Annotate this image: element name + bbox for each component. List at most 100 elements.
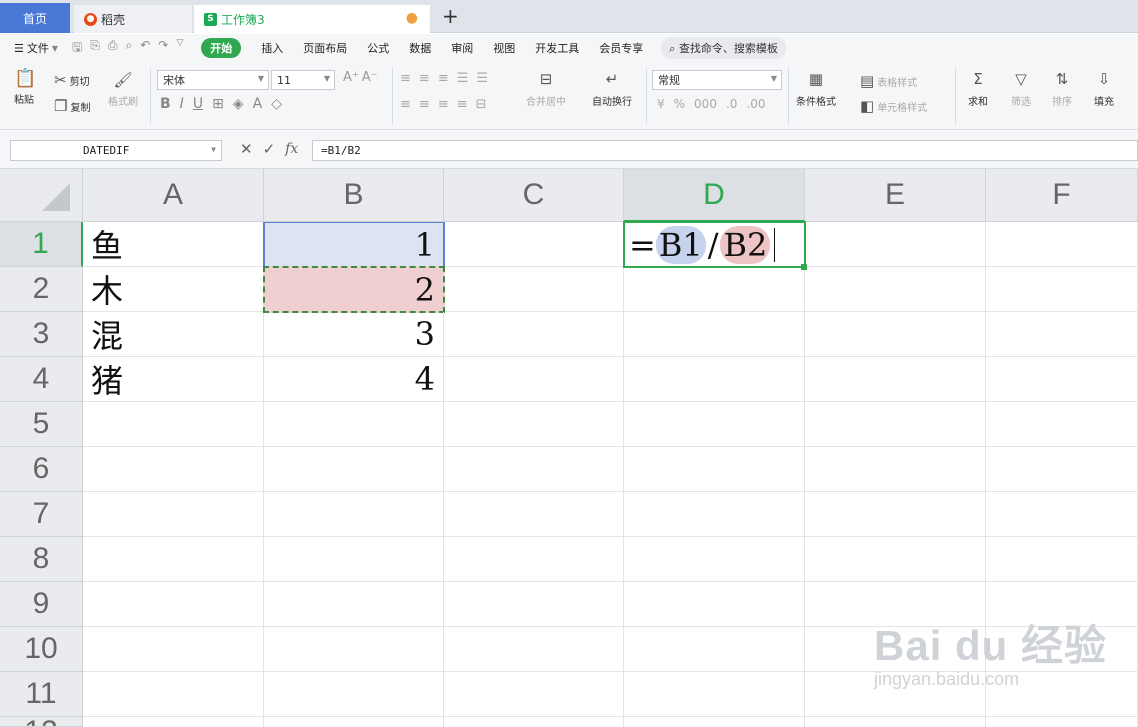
grid-cell[interactable] bbox=[83, 717, 264, 727]
grid-cell[interactable] bbox=[264, 672, 444, 717]
column-header-a[interactable]: A bbox=[83, 169, 264, 222]
grid-cell[interactable] bbox=[986, 717, 1138, 727]
decrease-decimal-icon[interactable]: .00 bbox=[746, 97, 765, 111]
cell-b1[interactable]: 1 bbox=[263, 222, 445, 267]
align-left-icon[interactable]: ≡ bbox=[400, 97, 411, 112]
grid-cell[interactable] bbox=[444, 312, 624, 357]
table-style-button[interactable]: ▤ 表格样式 bbox=[860, 72, 917, 90]
font-color-icon[interactable]: A bbox=[253, 96, 263, 112]
conditional-format-button[interactable]: ▦ 条件格式 bbox=[796, 70, 836, 108]
format-painter-button[interactable]: 🖌 格式刷 bbox=[108, 71, 138, 108]
insert-function-button[interactable]: fx bbox=[285, 141, 298, 157]
row-header-9[interactable]: 9 bbox=[0, 582, 83, 627]
row-header-8[interactable]: 8 bbox=[0, 537, 83, 582]
shrink-font-icon[interactable]: A⁻ bbox=[362, 70, 378, 85]
grid-cell[interactable] bbox=[624, 357, 805, 402]
grid-cell[interactable] bbox=[444, 582, 624, 627]
grid-cell[interactable] bbox=[986, 357, 1138, 402]
bold-icon[interactable]: B bbox=[160, 96, 171, 112]
number-format-select[interactable]: 常规 ▼ bbox=[652, 70, 782, 90]
percent-icon[interactable]: % bbox=[674, 97, 685, 111]
select-all-corner[interactable] bbox=[0, 169, 83, 222]
grid-cell[interactable] bbox=[624, 492, 805, 537]
row-header-10[interactable]: 10 bbox=[0, 627, 83, 672]
grid-cell[interactable] bbox=[986, 402, 1138, 447]
grid-cell[interactable] bbox=[83, 402, 264, 447]
grid-cell[interactable] bbox=[444, 402, 624, 447]
print-icon[interactable]: ⎙ bbox=[108, 38, 118, 59]
cell-d1-editing[interactable]: = B1 / B2 bbox=[623, 221, 806, 268]
grid-cell[interactable] bbox=[986, 222, 1138, 267]
column-header-b[interactable]: B bbox=[264, 169, 444, 222]
grid-cell[interactable] bbox=[624, 402, 805, 447]
italic-icon[interactable]: I bbox=[180, 96, 184, 112]
border-icon[interactable]: ⊞ bbox=[212, 96, 224, 112]
grid-cell[interactable] bbox=[83, 582, 264, 627]
grid-cell[interactable] bbox=[444, 357, 624, 402]
underline-icon[interactable]: U bbox=[193, 96, 203, 112]
cancel-icon[interactable]: ✕ bbox=[240, 140, 253, 158]
grid-cell[interactable] bbox=[805, 357, 986, 402]
cell-b2[interactable]: 2 bbox=[263, 266, 445, 313]
fill-color-icon[interactable]: ◈ bbox=[233, 96, 244, 112]
grid-cell[interactable] bbox=[805, 492, 986, 537]
row-header-12[interactable]: 12 bbox=[0, 717, 83, 727]
grid-cell[interactable] bbox=[805, 717, 986, 727]
redo-icon[interactable]: ↷ bbox=[158, 38, 168, 59]
row-header-7[interactable]: 7 bbox=[0, 492, 83, 537]
row-header-3[interactable]: 3 bbox=[0, 312, 83, 357]
grid-cell[interactable] bbox=[986, 537, 1138, 582]
grid-cell[interactable] bbox=[264, 402, 444, 447]
cell-a4[interactable]: 猪 bbox=[83, 357, 264, 402]
align-top-icon[interactable]: ≡ bbox=[400, 71, 411, 86]
grid-cell[interactable] bbox=[986, 312, 1138, 357]
grid-cell[interactable] bbox=[264, 537, 444, 582]
grid-cell[interactable] bbox=[444, 447, 624, 492]
grid-cell[interactable] bbox=[444, 672, 624, 717]
grid-cell[interactable] bbox=[805, 267, 986, 312]
grid-cell[interactable] bbox=[83, 627, 264, 672]
justify-icon[interactable]: ≡ bbox=[457, 97, 468, 112]
undo-icon[interactable]: ↶ bbox=[140, 38, 150, 59]
grid-cell[interactable] bbox=[444, 537, 624, 582]
grid-cell[interactable] bbox=[624, 672, 805, 717]
clear-icon[interactable]: ◇ bbox=[271, 96, 282, 112]
tab-workbook[interactable]: S 工作簿3 ● bbox=[194, 5, 430, 33]
tab-page-layout[interactable]: 页面布局 bbox=[303, 40, 347, 56]
grid-cell[interactable] bbox=[624, 537, 805, 582]
grid-cell[interactable] bbox=[805, 312, 986, 357]
grid-cell[interactable] bbox=[805, 447, 986, 492]
row-header-11[interactable]: 11 bbox=[0, 672, 83, 717]
column-header-f[interactable]: F bbox=[986, 169, 1138, 222]
tab-insert[interactable]: 插入 bbox=[261, 40, 283, 56]
grid-cell[interactable] bbox=[444, 627, 624, 672]
cell-a1[interactable]: 鱼 bbox=[83, 222, 264, 267]
grid-cell[interactable] bbox=[264, 582, 444, 627]
grid-cell[interactable] bbox=[624, 447, 805, 492]
file-menu[interactable]: ☰ 文件 ▼ bbox=[14, 40, 58, 56]
tab-data[interactable]: 数据 bbox=[409, 40, 431, 56]
copy-button[interactable]: ❐ 复制 bbox=[54, 97, 90, 115]
grid-cell[interactable] bbox=[624, 717, 805, 727]
grid-cell[interactable] bbox=[444, 267, 624, 312]
tab-developer[interactable]: 开发工具 bbox=[535, 40, 579, 56]
grid-cell[interactable] bbox=[986, 447, 1138, 492]
outdent-icon[interactable]: ☰ bbox=[476, 71, 488, 86]
tab-member[interactable]: 会员专享 bbox=[599, 40, 643, 56]
filter-button[interactable]: ▽ 筛选 bbox=[1011, 70, 1031, 108]
tab-docer[interactable]: ● 稻壳 bbox=[74, 5, 192, 33]
formula-input[interactable]: =B1/B2 bbox=[312, 140, 1138, 161]
grid-cell[interactable] bbox=[805, 222, 986, 267]
grid-cell[interactable] bbox=[624, 312, 805, 357]
sort-button[interactable]: ⇅ 排序 bbox=[1052, 70, 1072, 108]
align-middle-icon[interactable]: ≡ bbox=[419, 71, 430, 86]
grid-cell[interactable] bbox=[264, 447, 444, 492]
export-icon[interactable]: ⎘ bbox=[90, 38, 100, 59]
currency-icon[interactable]: ¥ bbox=[657, 97, 665, 111]
column-header-d[interactable]: D bbox=[624, 169, 805, 222]
tab-review[interactable]: 审阅 bbox=[451, 40, 473, 56]
cell-a3[interactable]: 混 bbox=[83, 312, 264, 357]
grid-cell[interactable] bbox=[83, 492, 264, 537]
align-center-icon[interactable]: ≡ bbox=[419, 97, 430, 112]
grid-cell[interactable] bbox=[264, 717, 444, 727]
